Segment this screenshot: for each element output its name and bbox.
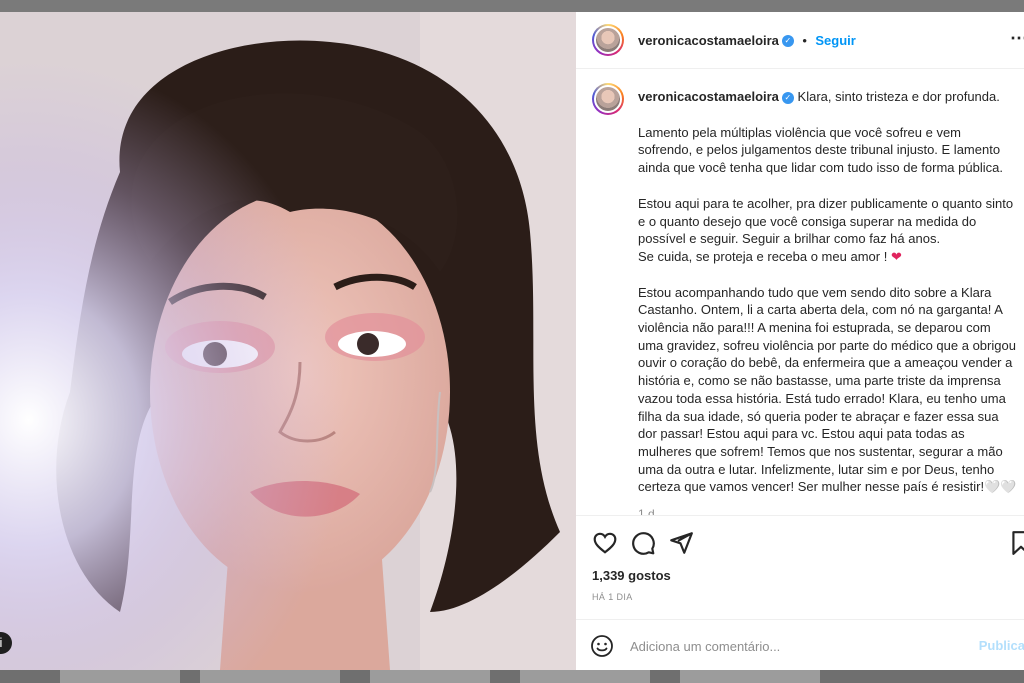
post-header: veronicacostamaeloira ✓ • Seguir ⋯ bbox=[576, 12, 1024, 69]
caption-paragraph: Estou aqui para te acolher, pra dizer pu… bbox=[638, 195, 1014, 247]
caption-avatar[interactable] bbox=[592, 83, 624, 115]
comment-bubble-icon[interactable] bbox=[630, 530, 656, 556]
caption-first-line: Klara, sinto tristeza e dor profunda. bbox=[797, 89, 1000, 104]
comment-timestamp[interactable]: 1 d bbox=[638, 506, 1018, 515]
heart-outline-icon[interactable] bbox=[592, 530, 618, 556]
comment-input[interactable] bbox=[628, 632, 962, 660]
post-side-panel: veronicacostamaeloira ✓ • Seguir ⋯ veroni… bbox=[576, 12, 1024, 670]
post-modal: i veronicacostamaeloira ✓ • Seguir ⋯ vero… bbox=[0, 12, 1024, 670]
comment-form: Publicar bbox=[576, 619, 1024, 671]
background-feed-strip bbox=[0, 670, 1024, 683]
caption-username-link[interactable]: veronicacostamaeloira bbox=[638, 89, 779, 104]
publish-button[interactable]: Publicar bbox=[979, 638, 1024, 653]
verified-badge-icon: ✓ bbox=[781, 34, 794, 47]
paper-plane-icon[interactable] bbox=[668, 530, 694, 556]
portrait-photo bbox=[0, 12, 576, 670]
likes-count[interactable]: 1,339 gostos bbox=[592, 568, 671, 583]
smiley-icon[interactable] bbox=[590, 634, 614, 658]
separator-dot: • bbox=[802, 33, 807, 48]
background-app-bar bbox=[0, 0, 1024, 12]
caption-paragraph: Lamento pela múltiplas violência que voc… bbox=[638, 124, 1003, 176]
action-bar bbox=[576, 515, 1024, 572]
username-link[interactable]: veronicacostamaeloira bbox=[638, 33, 779, 48]
caption-paragraph: Estou acompanhando tudo que vem sendo di… bbox=[638, 284, 1017, 495]
follow-button[interactable]: Seguir bbox=[815, 33, 855, 48]
red-heart-icon: ❤ bbox=[890, 248, 902, 264]
more-options-icon[interactable]: ⋯ bbox=[1010, 28, 1024, 49]
caption: veronicacostamaeloira ✓ Klara, sinto tris… bbox=[638, 88, 1018, 515]
verified-badge-icon: ✓ bbox=[781, 91, 794, 104]
header-user: veronicacostamaeloira ✓ • Seguir bbox=[638, 32, 856, 50]
post-image[interactable]: i bbox=[0, 12, 576, 670]
caption-paragraph: Se cuida, se proteja e receba o meu amor… bbox=[638, 248, 888, 264]
comments-section: veronicacostamaeloira ✓ Klara, sinto tris… bbox=[576, 69, 1024, 515]
post-date[interactable]: HÁ 1 DIA bbox=[592, 592, 633, 602]
avatar[interactable] bbox=[592, 24, 624, 56]
bookmark-icon[interactable] bbox=[1008, 530, 1024, 556]
